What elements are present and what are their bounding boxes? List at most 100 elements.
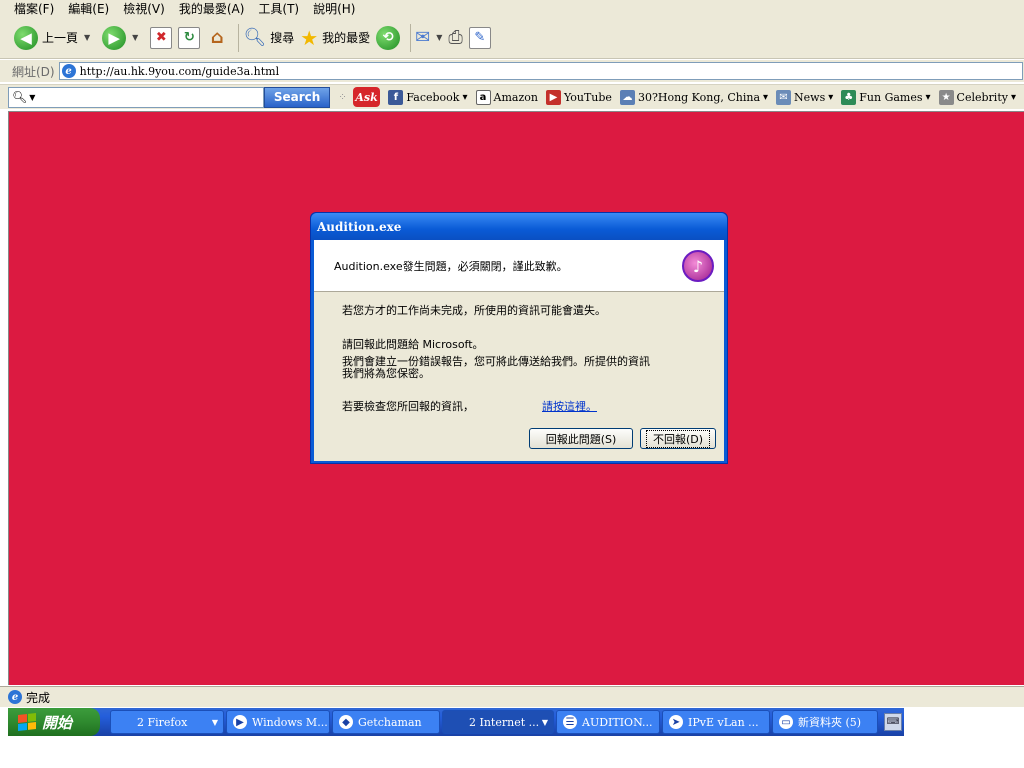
dont-send-label: 不回報(D) — [645, 429, 711, 448]
menu-item[interactable]: 說明(H) — [313, 0, 355, 17]
taskbar-button[interactable]: ▶ Windows M... — [226, 710, 330, 734]
ask-link-label: Celebrity — [956, 90, 1008, 104]
toolbar-separator — [238, 23, 240, 52]
windows-flag-icon — [18, 713, 36, 731]
taskbar-button[interactable]: ➤ IPvE vLan ... — [662, 710, 770, 734]
ask-links: f Facebook ▾ a Amazon ▶ YouTube ☁ 30?Hong Kong,… — [388, 89, 1024, 105]
address-url: http://au.hk.9you.com/guide3a.html — [79, 64, 280, 78]
ask-link-label: News — [794, 90, 826, 104]
task-label: 2 Firefox — [137, 715, 188, 729]
task-label: 新資料夾 (5) — [798, 716, 862, 729]
start-button[interactable]: 開始 — [8, 708, 100, 736]
keyboard-icon[interactable]: ⌨ — [884, 713, 902, 731]
menu-item[interactable]: 編輯(E) — [68, 0, 109, 17]
stop-button[interactable]: ✖ — [150, 21, 173, 55]
task-label: 2 Internet ... — [469, 715, 540, 729]
back-arrow-icon: ◀ — [14, 25, 38, 50]
ask-link[interactable]: f Facebook ▾ — [388, 89, 468, 105]
menu-bar: 檔案(F) 編輯(E) 檢視(V) 我的最愛(A) 工具(T) 說明(H) — [0, 0, 1024, 17]
dialog-line4: 我們將為您保密。 — [342, 367, 430, 380]
stop-icon: ✖ — [150, 26, 173, 49]
ask-search-input[interactable]: 🔍︎ ▼ — [8, 86, 264, 108]
taskbar-button[interactable]: 2 Internet ... ▼ — [442, 710, 554, 734]
ask-link-label: 30?Hong Kong, China — [637, 90, 761, 104]
audition-logo-icon: ♪ — [682, 250, 714, 282]
task-icon: ☰ — [563, 715, 577, 729]
home-icon: ⌂ — [210, 27, 224, 48]
status-text: 完成 — [26, 690, 51, 705]
status-bar: e 完成 — [0, 686, 1024, 707]
dialog-header-text: Audition.exe發生問題，必須關閉，謹此致歉。 — [334, 259, 568, 273]
refresh-icon: ↻ — [178, 26, 201, 49]
menu-item[interactable]: 我的最愛(A) — [179, 0, 245, 17]
menu-item[interactable]: 檔案(F) — [14, 0, 54, 17]
ask-link[interactable]: ✉ News ▾ — [776, 89, 833, 105]
address-input[interactable]: e http://au.hk.9you.com/guide3a.html — [58, 62, 1023, 80]
ask-search-button[interactable]: Search — [263, 86, 331, 108]
chevron-down-icon[interactable]: ▼ — [212, 718, 218, 727]
dialog-line2: 請回報此問題給 Microsoft。 — [342, 338, 484, 351]
ie-status-icon: e — [8, 690, 22, 704]
toolbar-separator — [410, 23, 412, 52]
dialog-title[interactable]: Audition.exe — [311, 213, 727, 240]
dialog-header: Audition.exe發生問題，必須關閉，謹此致歉。 ♪ — [314, 240, 724, 292]
ask-link[interactable]: ☁ 30?Hong Kong, China ▾ — [619, 89, 768, 105]
ask-link[interactable]: ♣ Fun Games ▾ — [841, 89, 931, 105]
chevron-down-icon[interactable]: ▾ — [926, 92, 931, 103]
dialog-line5: 若要檢查您所回報的資訊， — [342, 400, 474, 413]
toolbar: ◀ 上一頁 ▼ ▶ ▼ ✖ ↻ ⌂ 🔍︎ 搜尋 ★ 我的最愛 ⟲ ✉ ▼ ⎙ ✎ — [0, 17, 1024, 59]
taskbar-button[interactable]: ☰ AUDITION... — [556, 710, 660, 734]
ask-link[interactable]: a Amazon — [475, 89, 538, 105]
ask-link-label: Amazon — [493, 90, 538, 104]
menu-item[interactable]: 檢視(V) — [123, 0, 165, 17]
edit-button[interactable]: ✎ — [468, 21, 491, 55]
home-button[interactable]: ⌂ — [206, 21, 228, 55]
refresh-button[interactable]: ↻ — [178, 21, 201, 55]
link-icon: a — [475, 89, 491, 105]
taskbar-button[interactable]: 2 Firefox ▼ — [110, 710, 224, 734]
favorites-button[interactable]: ★ 我的最愛 — [300, 21, 370, 55]
search-button[interactable]: 🔍︎ 搜尋 — [243, 21, 294, 55]
link-icon: ✉ — [776, 89, 792, 105]
ask-link[interactable]: ▶ YouTube — [545, 89, 612, 105]
mail-button[interactable]: ✉ ▼ — [415, 21, 442, 55]
star-icon: ★ — [300, 25, 319, 50]
taskbar: 開始 2 Firefox ▼ ▶ Windows M... ◆ Getchaman 2 In… — [8, 708, 904, 736]
ask-link-label: Facebook — [406, 90, 460, 104]
print-button[interactable]: ⎙ — [448, 21, 462, 55]
link-icon: ♣ — [841, 89, 857, 105]
task-label: IPvE vLan ... — [688, 715, 759, 729]
chevron-down-icon[interactable]: ▼ — [542, 718, 548, 727]
forward-button[interactable]: ▶ ▼ — [102, 21, 138, 55]
search-label: 搜尋 — [270, 31, 295, 45]
forward-arrow-icon: ▶ — [102, 25, 127, 50]
dialog-details-link[interactable]: 請按這裡。 — [542, 398, 597, 414]
task-icon: ▭ — [779, 715, 793, 729]
mail-dropdown-icon[interactable]: ▼ — [436, 33, 442, 42]
chevron-down-icon[interactable]: ▾ — [462, 92, 467, 103]
back-dropdown-icon[interactable]: ▼ — [84, 33, 90, 42]
magnifier-icon: 🔍︎ — [243, 27, 267, 48]
taskbar-button[interactable]: ▭ 新資料夾 (5) — [772, 710, 878, 734]
send-report-label: 回報此問題(S) — [545, 432, 617, 446]
address-bar: 網址(D) e http://au.hk.9you.com/guide3a.ht… — [0, 60, 1024, 82]
menu-item[interactable]: 工具(T) — [258, 0, 299, 17]
ask-link-label: Fun Games — [859, 90, 923, 104]
forward-dropdown-icon[interactable]: ▼ — [132, 33, 138, 42]
link-icon: ▶ — [545, 89, 561, 105]
back-button[interactable]: ◀ 上一頁 ▼ — [14, 21, 90, 55]
chevron-down-icon[interactable]: ▾ — [828, 92, 833, 103]
task-label: Windows M... — [252, 715, 328, 729]
ask-search-dropdown-icon[interactable]: ▼ — [29, 93, 35, 102]
send-report-button[interactable]: 回報此問題(S) — [529, 428, 633, 449]
chevron-down-icon[interactable]: ▾ — [1011, 92, 1016, 103]
dont-send-button[interactable]: 不回報(D) — [640, 428, 716, 449]
task-icon: ◆ — [339, 715, 353, 729]
taskbar-button[interactable]: ◆ Getchaman — [332, 710, 440, 734]
chevron-down-icon[interactable]: ▾ — [763, 92, 768, 103]
printer-icon: ⎙ — [448, 27, 463, 48]
ask-logo[interactable]: Ask — [352, 87, 381, 107]
history-button[interactable]: ⟲ — [376, 21, 401, 55]
task-list: 2 Firefox ▼ ▶ Windows M... ◆ Getchaman 2 Inter… — [108, 710, 878, 734]
ask-link[interactable]: ★ Celebrity ▾ — [938, 89, 1016, 105]
